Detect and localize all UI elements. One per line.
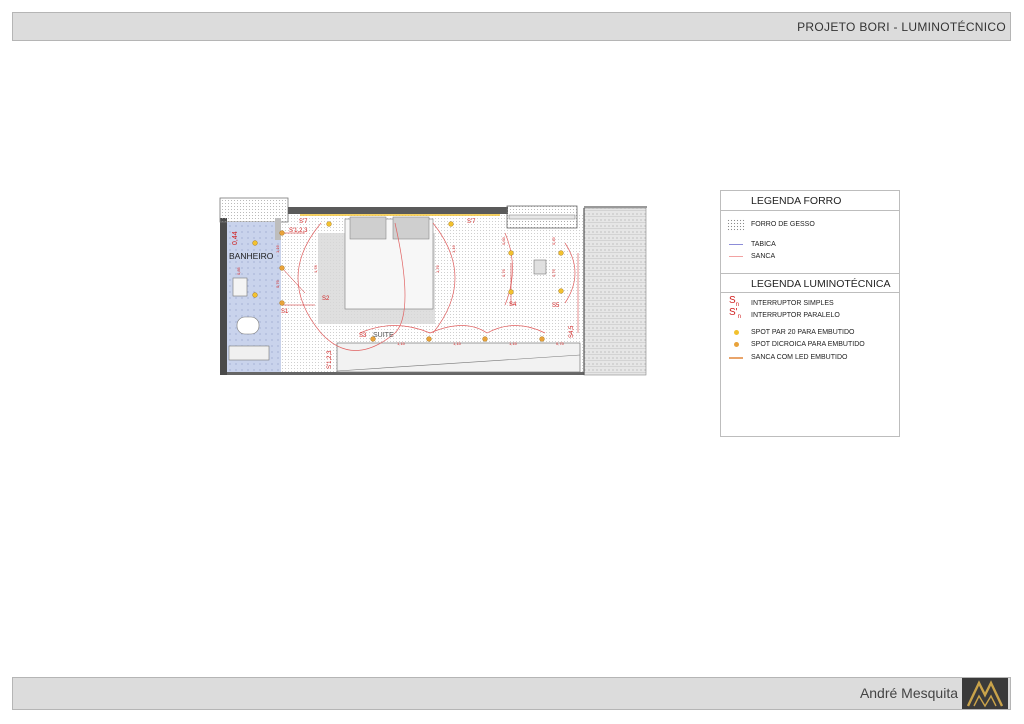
blue-line-icon — [727, 239, 745, 251]
dimension-label: 0,76 — [501, 268, 506, 277]
dimension-label: 0,75 — [556, 341, 565, 346]
wall-bottom — [227, 372, 584, 375]
wall-top — [288, 207, 508, 214]
switch-label: S'7 — [299, 219, 308, 225]
dimension-label: 1,76 — [435, 264, 440, 273]
legend-ceiling-title: LEGENDA FORRO — [721, 191, 899, 211]
spot — [252, 240, 258, 246]
dimension-label: 1,16 — [275, 244, 280, 253]
bath-door — [275, 218, 281, 240]
spot — [326, 221, 332, 227]
dimension-label: 0,76 — [551, 268, 556, 277]
legend-item-sanca: SANCA — [721, 251, 899, 263]
pink-line-icon — [727, 251, 745, 263]
spot-dichroic-icon — [727, 339, 745, 351]
switch-label: S4,5 — [569, 325, 575, 338]
spot — [279, 230, 285, 236]
author-name: André Mesquita — [859, 685, 958, 701]
dimension-label: 0,85 — [236, 266, 241, 275]
room-label-suite: SUITE — [373, 332, 394, 339]
spot — [279, 265, 285, 271]
dimension-label: 1,16 — [451, 244, 456, 253]
legend-item-switch-parallel: S'n INTERRUPTOR PARALELO — [729, 307, 840, 320]
chair — [533, 259, 547, 275]
legend-item-led-strip: SANCA COM LED EMBUTIDO — [721, 352, 899, 364]
bath-counter — [228, 345, 270, 361]
switch-label: S5 — [552, 303, 560, 309]
legend-item-forro: FORRO DE GESSO — [721, 219, 899, 231]
dimension-label: 1,15 — [453, 341, 462, 346]
switch-label: S'1,2,3 — [327, 350, 333, 369]
legend-item-spot-par20: SPOT PAR 20 PARA EMBUTIDO — [721, 327, 899, 339]
spot — [508, 250, 514, 256]
wall-left — [220, 218, 227, 375]
project-title: PROJETO BORI - LUMINOTÉCNICO — [797, 20, 1006, 34]
legend-item-switch-simple: Sn INTERRUPTOR SIMPLES — [729, 295, 834, 308]
dimension-label: 0,69 — [501, 236, 506, 245]
spot — [448, 221, 454, 227]
toilet — [236, 316, 260, 335]
floor-plan: BANHEIRO SUITE S'7 S'1,2,3 S2 S1 S'7 S4 … — [219, 197, 647, 376]
spot — [482, 336, 488, 342]
dimension-label: 0,49 — [551, 236, 556, 245]
legend-item-spot-dichroic: SPOT DICROICA PARA EMBUTIDO — [721, 339, 899, 351]
dimension-label: 0,76 — [275, 279, 280, 288]
led-strip-icon — [727, 352, 745, 364]
switch-label: S2 — [322, 296, 330, 302]
switch-label: S3 — [359, 333, 367, 339]
legend-panel: LEGENDA FORRO FORRO DE GESSO TABICA SANC… — [720, 190, 900, 437]
legend-item-tabica: TABICA — [721, 239, 899, 251]
switch-label: S1 — [281, 309, 289, 315]
legend-lighting-title: LEGENDA LUMINOTÉCNICA — [721, 273, 899, 293]
dimension-label: 1,15 — [509, 341, 518, 346]
footer-bar: André Mesquita — [12, 677, 1011, 710]
dimension-label: 1,78 — [313, 264, 318, 273]
dimension-label: 1,15 — [397, 341, 406, 346]
switch-label: S'7 — [467, 219, 476, 225]
spot — [426, 336, 432, 342]
room-label-bathroom: BANHEIRO — [229, 251, 274, 261]
sink — [232, 277, 248, 297]
spot — [539, 336, 545, 342]
dimension-label: 0,44 — [232, 231, 239, 245]
spot-par20-icon — [727, 327, 745, 339]
brand-logo-icon — [962, 678, 1008, 709]
header-bar: PROJETO BORI - LUMINOTÉCNICO — [12, 12, 1011, 41]
pillow-right — [392, 216, 430, 240]
spot — [252, 292, 258, 298]
switch-label: S4 — [509, 302, 517, 308]
switch-label: S'1,2,3 — [289, 228, 308, 234]
dot-hatch-icon — [727, 219, 745, 231]
spot — [508, 289, 514, 295]
spot — [279, 300, 285, 306]
switch-parallel-icon: S'n — [729, 307, 741, 320]
pillow-left — [349, 216, 387, 240]
spot — [558, 288, 564, 294]
spot — [558, 250, 564, 256]
balcony-deck — [583, 207, 647, 376]
